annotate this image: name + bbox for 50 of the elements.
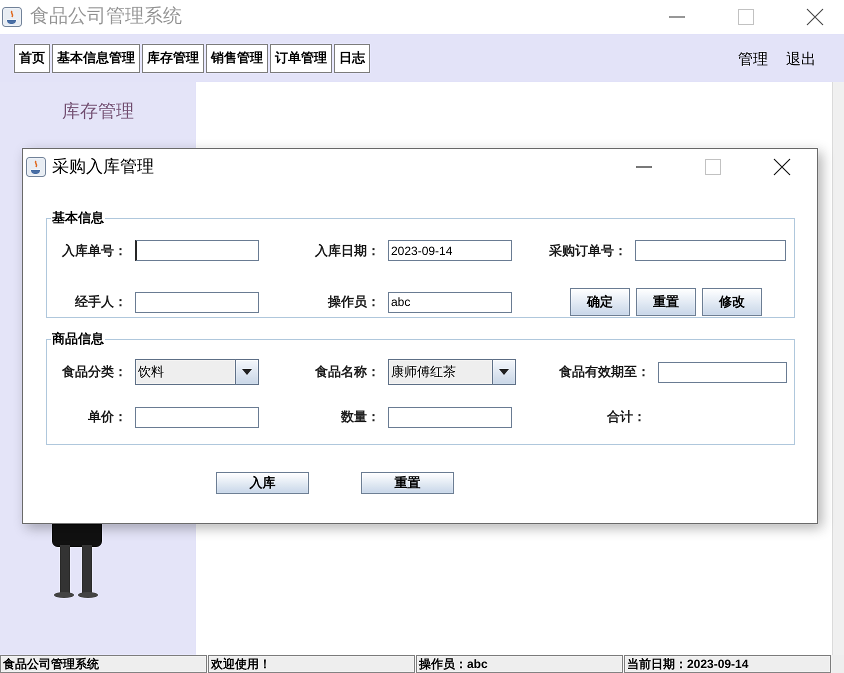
input-field[interactable] — [135, 240, 259, 261]
close-icon[interactable] — [806, 8, 824, 26]
input-field[interactable]: abc — [388, 292, 512, 312]
form-button[interactable]: 重置 — [361, 472, 454, 494]
status-panel: 当前日期：2023-09-14 — [624, 655, 831, 673]
status-panel: 操作员：abc — [416, 655, 623, 673]
field-label: 食品名称： — [315, 363, 380, 382]
menu-tab[interactable]: 订单管理 — [270, 44, 332, 72]
java-cup-icon — [2, 7, 22, 27]
menu-link[interactable]: 退出 — [786, 48, 816, 72]
field-label: 合计： — [607, 408, 646, 426]
status-panel: 食品公司管理系统 — [0, 655, 207, 673]
sidebar-title: 库存管理 — [62, 100, 134, 124]
menu-tab[interactable]: 首页 — [14, 44, 50, 72]
java-cup-icon — [26, 157, 46, 177]
menu-link[interactable]: 管理 — [738, 48, 768, 72]
field-label: 食品分类： — [62, 363, 127, 382]
input-field[interactable] — [658, 362, 787, 382]
field-label: 食品有效期至： — [559, 363, 650, 382]
scrollbar[interactable] — [832, 82, 844, 655]
field-label: 数量： — [341, 408, 380, 426]
form-button[interactable]: 重置 — [636, 288, 696, 316]
field-label: 入库日期： — [315, 242, 380, 260]
field-label: 经手人： — [75, 293, 127, 312]
caret-icon — [499, 369, 509, 375]
menu-tab[interactable]: 销售管理 — [206, 44, 268, 72]
window-title: 食品公司管理系统 — [30, 4, 182, 29]
field-label: 入库单号： — [62, 242, 127, 260]
dropdown[interactable]: 饮料 — [135, 359, 259, 385]
form-button[interactable]: 修改 — [702, 288, 762, 316]
dialog-title: 采购入库管理 — [52, 156, 154, 178]
close-icon[interactable] — [773, 158, 791, 176]
input-field[interactable] — [135, 406, 259, 428]
form-button[interactable]: 确定 — [570, 288, 630, 316]
group-legend: 基本信息 — [51, 209, 105, 227]
group-legend: 商品信息 — [51, 330, 105, 348]
menu-tab[interactable]: 基本信息管理 — [52, 44, 140, 72]
field-label: 操作员： — [328, 293, 380, 312]
input-field[interactable] — [635, 240, 786, 261]
dropdown[interactable]: 康师傅红茶 — [388, 359, 516, 385]
field-label: 单价： — [88, 408, 127, 426]
input-field[interactable] — [135, 292, 259, 312]
input-field[interactable]: 2023-09-14 — [388, 240, 512, 261]
menu-tab[interactable]: 日志 — [334, 44, 370, 72]
status-panel: 欢迎使用！ — [208, 655, 415, 673]
field-label: 采购订单号： — [549, 242, 627, 260]
input-field[interactable] — [388, 406, 512, 428]
caret-icon — [242, 369, 252, 375]
form-button[interactable]: 入库 — [216, 472, 309, 494]
menu-tab[interactable]: 库存管理 — [142, 44, 204, 72]
